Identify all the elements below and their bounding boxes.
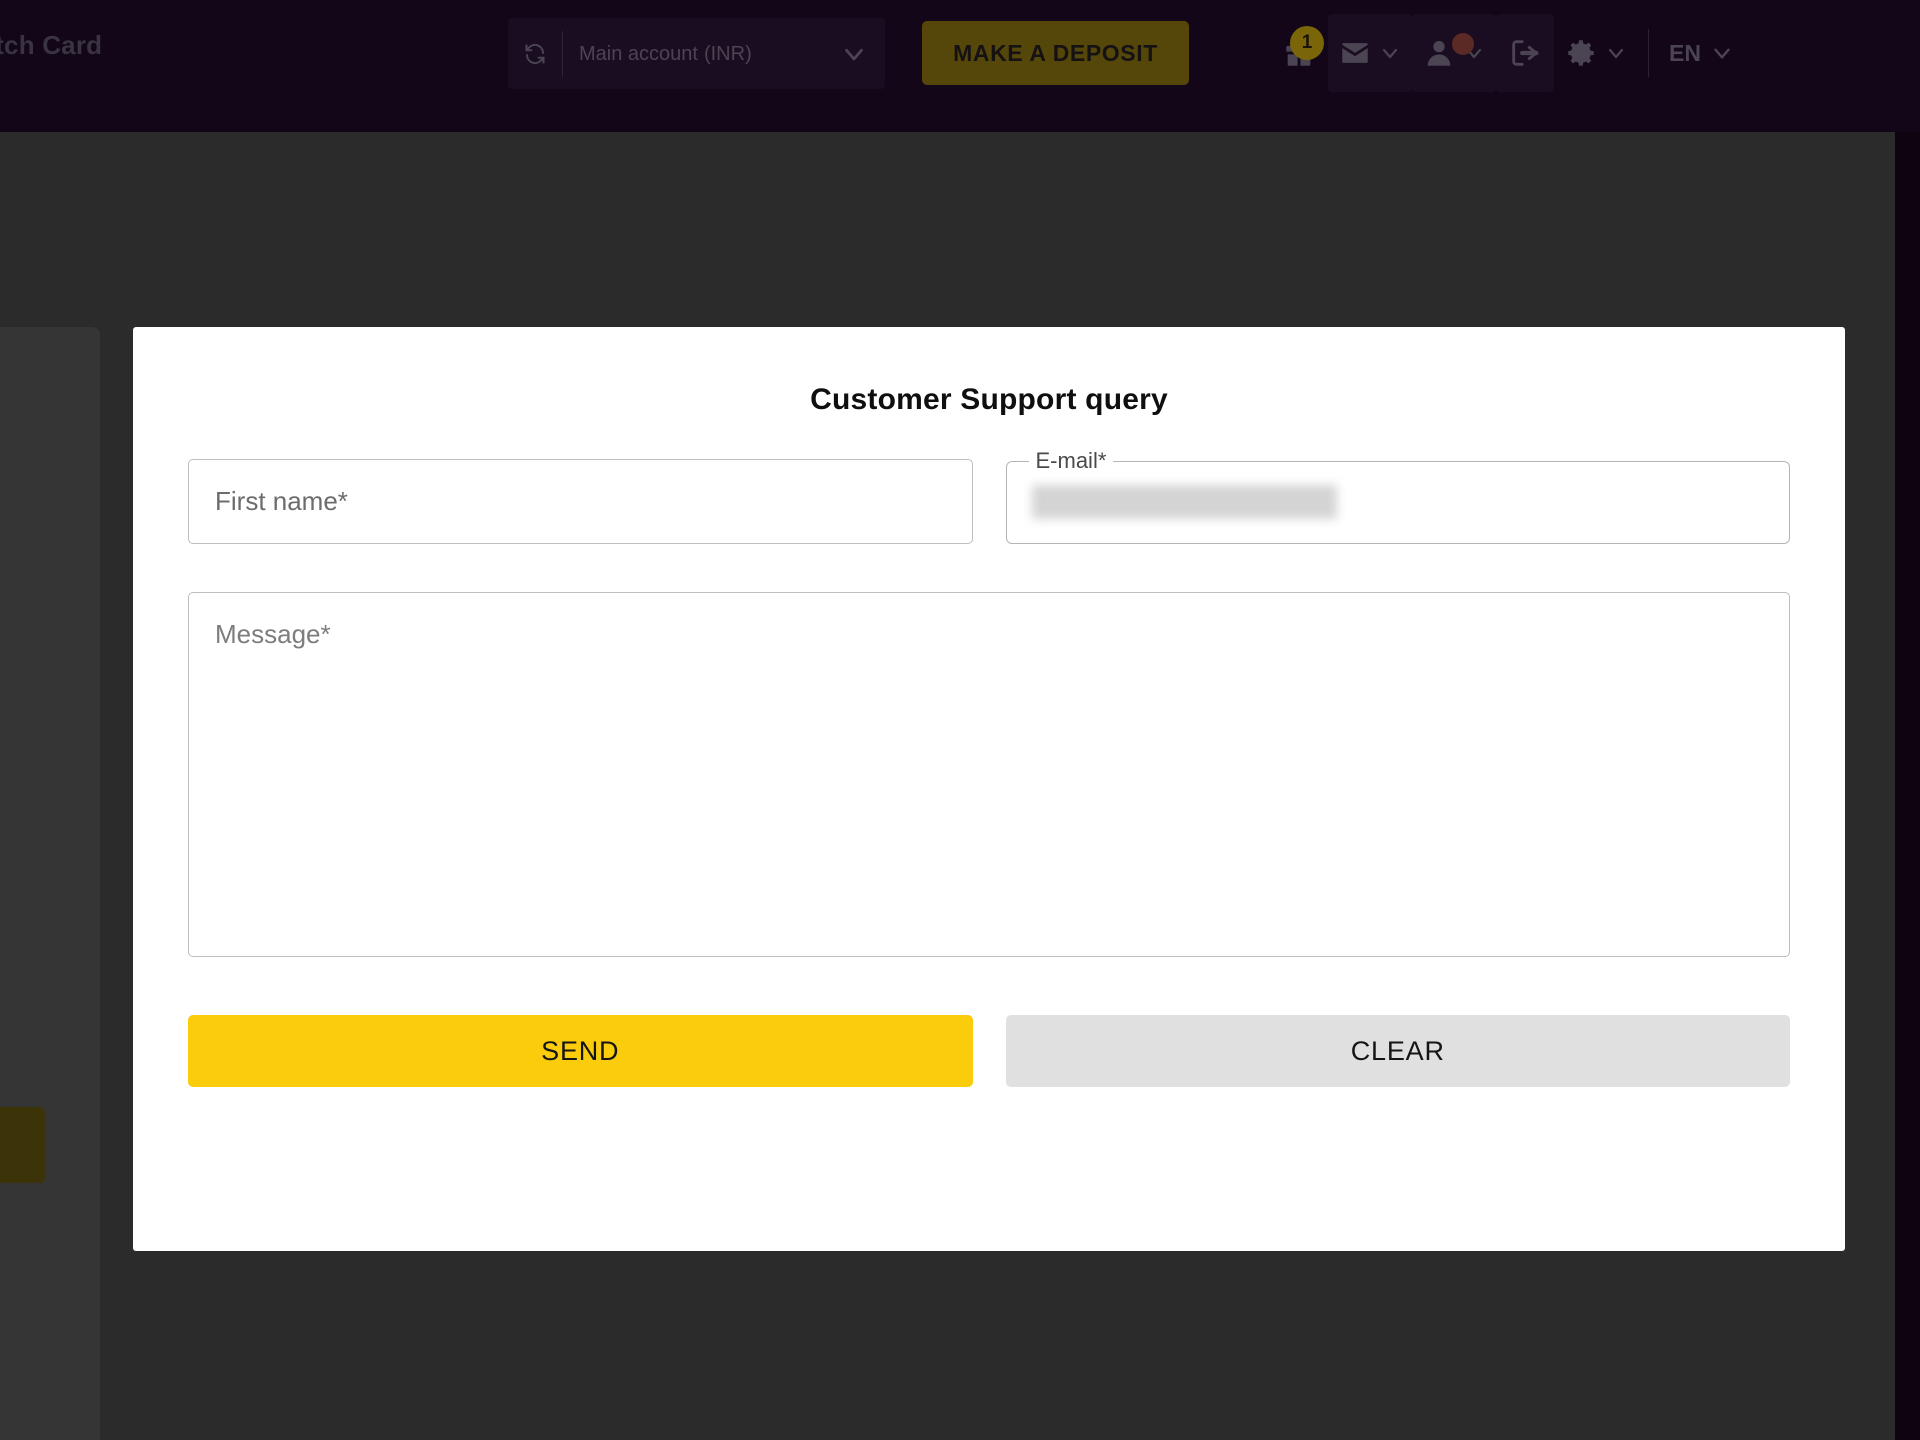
header-icon-group: 1 EN bbox=[1270, 14, 1743, 92]
page-right-edge bbox=[1895, 132, 1920, 1440]
logout-icon-button[interactable] bbox=[1496, 14, 1554, 92]
make-a-deposit-button[interactable]: MAKE A DEPOSIT bbox=[922, 21, 1189, 85]
settings-icon-button[interactable] bbox=[1554, 14, 1638, 92]
first-name-field bbox=[188, 459, 973, 544]
page-title: Scratch Card bbox=[0, 30, 103, 60]
mail-icon-button[interactable] bbox=[1328, 14, 1412, 92]
chevron-down-icon[interactable] bbox=[839, 39, 869, 69]
chevron-down-icon bbox=[1709, 40, 1735, 66]
gift-icon-button[interactable]: 1 bbox=[1270, 14, 1328, 92]
language-label: EN bbox=[1669, 39, 1701, 66]
dialog-title: Customer Support query bbox=[810, 383, 1168, 416]
name-email-row: E-mail* bbox=[188, 450, 1791, 544]
app-root: Scratch Card Main account(INR) bbox=[0, 0, 1920, 1440]
customer-support-dialog: Customer Support query E-mail* SEND CLEA… bbox=[133, 327, 1845, 1251]
gear-icon bbox=[1564, 36, 1598, 70]
gift-badge-count: 1 bbox=[1290, 26, 1324, 60]
email-input[interactable] bbox=[1006, 459, 1791, 544]
user-icon bbox=[1422, 36, 1456, 70]
account-currency: (INR) bbox=[703, 42, 752, 65]
email-value-redacted bbox=[1031, 484, 1337, 519]
chevron-down-icon bbox=[1378, 41, 1402, 65]
mail-icon bbox=[1338, 36, 1372, 70]
account-selector[interactable]: Main account (INR) bbox=[508, 18, 885, 89]
clear-button[interactable]: CLEAR bbox=[1005, 1015, 1790, 1087]
language-selector[interactable]: EN bbox=[1661, 40, 1743, 67]
user-status-dot bbox=[1452, 33, 1474, 55]
top-header: Scratch Card Main account(INR) bbox=[0, 0, 1920, 132]
send-button[interactable]: SEND bbox=[188, 1015, 973, 1087]
account-divider bbox=[562, 30, 563, 77]
user-icon-button[interactable] bbox=[1412, 14, 1496, 92]
account-text: Main account (INR) bbox=[579, 42, 839, 66]
first-name-input[interactable] bbox=[188, 459, 973, 544]
header-divider bbox=[1648, 29, 1649, 77]
logout-icon bbox=[1508, 36, 1542, 70]
account-name: Main account bbox=[579, 42, 698, 65]
email-field: E-mail* bbox=[1005, 450, 1791, 544]
chevron-down-icon bbox=[1604, 41, 1628, 65]
refresh-icon[interactable] bbox=[522, 41, 548, 67]
message-textarea[interactable] bbox=[188, 592, 1790, 957]
dialog-actions: SEND CLEAR bbox=[188, 1015, 1790, 1087]
background-card bbox=[0, 327, 100, 1440]
background-card-button bbox=[0, 1107, 45, 1183]
message-field bbox=[188, 592, 1790, 962]
